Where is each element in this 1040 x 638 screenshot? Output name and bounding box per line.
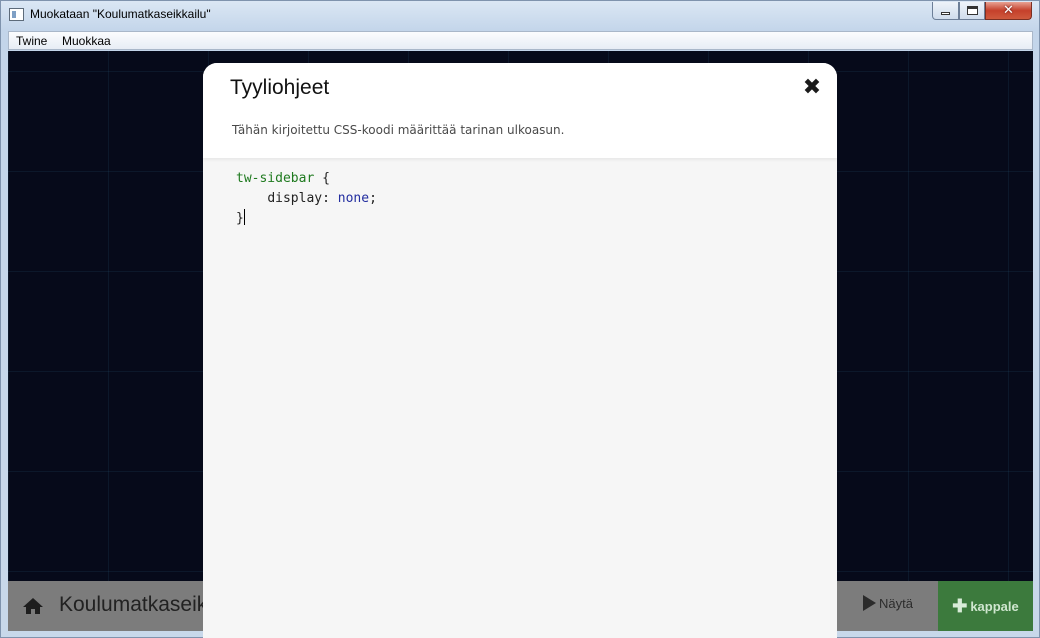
css-open-brace: { [314, 171, 330, 186]
add-label: kappale [970, 598, 1019, 614]
title-bar[interactable]: Muokataan "Koulumatkaseikkailu" ✕ [1, 1, 1039, 29]
css-code-editor[interactable]: tw-sidebar { display: none; } [236, 169, 806, 229]
css-colon: : [322, 191, 338, 206]
play-story-button[interactable]: Näytä [863, 595, 913, 611]
close-icon: ✕ [1003, 3, 1014, 18]
css-indent [236, 191, 267, 206]
home-icon[interactable] [22, 597, 44, 615]
css-semicolon: ; [369, 191, 377, 206]
minimize-icon [941, 12, 950, 15]
app-icon [9, 8, 24, 21]
minimize-button[interactable] [932, 2, 959, 20]
css-close-brace: } [236, 211, 244, 226]
maximize-icon [966, 6, 978, 15]
text-caret [243, 209, 245, 225]
menu-bar: Twine Muokkaa [8, 31, 1033, 50]
dialog-close-icon[interactable]: ✖ [801, 77, 823, 99]
menu-muokkaa[interactable]: Muokkaa [62, 34, 111, 48]
dialog-header: Tyyliohjeet ✖ Tähän kirjoitettu CSS-kood… [203, 63, 837, 158]
css-value: none [337, 191, 370, 206]
dialog-title: Tyyliohjeet [230, 76, 330, 99]
window-title: Muokataan "Koulumatkaseikkailu" [30, 7, 211, 21]
window-close-button[interactable]: ✕ [985, 2, 1032, 20]
menu-twine[interactable]: Twine [16, 34, 47, 48]
css-property: display [267, 191, 323, 206]
dialog-description: Tähän kirjoitettu CSS-koodi määrittää ta… [232, 123, 565, 137]
play-label: Näytä [879, 595, 913, 611]
maximize-button[interactable] [959, 2, 985, 20]
add-passage-button[interactable]: ✚ kappale [938, 581, 1033, 631]
css-selector: tw-sidebar [236, 171, 315, 186]
plus-icon: ✚ [952, 596, 968, 616]
stylesheet-dialog: Tyyliohjeet ✖ Tähän kirjoitettu CSS-kood… [203, 63, 837, 638]
play-icon [863, 595, 876, 611]
